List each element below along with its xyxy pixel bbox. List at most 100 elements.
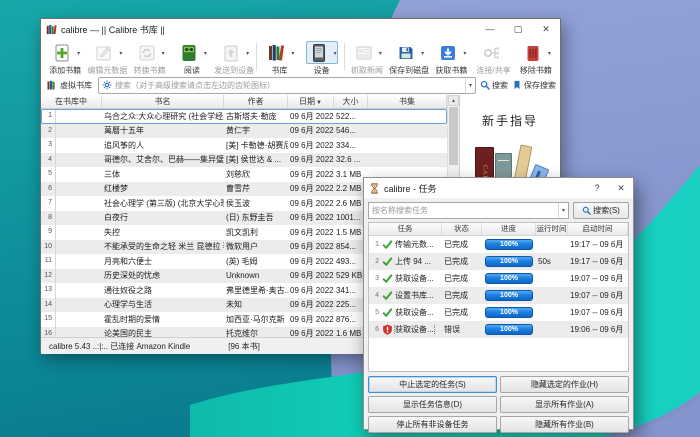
toolbar-convert-books[interactable]: ▾ 转换书籍 [129,41,171,76]
book-cell-num: 13 [41,283,56,298]
jobs-header-job[interactable]: 任务 [369,223,442,235]
book-row[interactable]: 1乌合之众:大众心理研究 (社会学经典名...古斯塔夫·勒庞09 6月 2022… [41,109,447,124]
chevron-down-icon[interactable]: ▾ [291,50,294,57]
book-cell-title: 红楼梦 [102,183,224,194]
header-date-label: 日期 [299,97,315,106]
toolbar-separator [256,43,257,71]
header-in-library[interactable]: 在书库中 [41,95,102,108]
book-cell-title: 霍乱时期的爱情 [102,314,224,325]
jobs-header-progress[interactable]: 进度 [482,223,536,235]
chevron-down-icon[interactable]: ▾ [463,50,466,57]
chevron-down-icon[interactable]: ▾ [334,50,337,57]
close-icon[interactable]: ✕ [609,178,633,198]
chevron-down-icon[interactable]: ▾ [421,50,424,57]
stop-non-device-jobs-button[interactable]: 停止所有非设备任务 [368,416,497,433]
jobs-table-header: 任务 状态 进度 运行时间 启动时间 [369,223,628,236]
book-cell-num: 4 [41,153,56,168]
close-icon[interactable]: ✕ [532,19,560,39]
show-job-details-button[interactable]: 显示任务信息(D) [368,396,497,413]
show-all-jobs-button[interactable]: 显示所有作业(A) [500,396,629,413]
job-cell-progress: 100% [482,256,536,267]
chevron-down-icon[interactable]: ▾ [204,50,207,57]
toolbar-label: 移除书籍 [520,65,552,76]
chevron-down-icon[interactable]: ▾ [246,50,249,57]
book-cell-title: 历史深处的忧虑 [102,270,224,281]
main-toolbar: ▾ 添加书籍 ▾ 编辑元数据 ▾ 转换书籍 ▾ 阅读 [41,39,560,75]
toolbar-label: 保存到磁盘 [389,65,429,76]
toolbar-add-books[interactable]: ▾ 添加书籍 [44,41,86,76]
toolbar-remove-books[interactable]: ▾ 移除书籍 [515,41,557,76]
toolbar-send-to-device[interactable]: ▾ 发送到设备 [213,41,255,76]
job-cell-name: 获取设备... [380,324,442,335]
toolbar-get-books[interactable]: ▾ 获取书籍 [430,41,472,76]
book-cell-date: 09 6月 2022 [288,154,334,165]
chevron-down-icon[interactable]: ▾ [77,50,80,57]
job-cell-runtime: 50s [536,257,568,266]
book-cell-title: 追风筝的人 [102,140,224,151]
header-author[interactable]: 作者 [224,95,288,108]
toolbar-connect-share[interactable]: 连接/共享 [473,41,515,76]
hide-selected-jobs-button[interactable]: 隐藏选定的作业(H) [500,376,629,393]
job-cell-name: 获取设备... [380,273,442,284]
book-cell-size: 32.6 ... [334,155,368,164]
jobs-dialog-title: calibre - 任务 [384,182,437,195]
toolbar-device[interactable]: ▾ 设备 [301,41,343,76]
job-row[interactable]: 5获取设备...已完成100%19:07 -- 09 6月 [369,304,628,321]
search-button[interactable]: 搜索 [480,80,508,91]
jobs-header-status[interactable]: 状态 [442,223,482,235]
chevron-down-icon[interactable]: ▾ [119,50,122,57]
jobs-title-bar[interactable]: calibre - 任务 ? ✕ [364,178,633,198]
toolbar-library[interactable]: ▾ 书库 [258,41,300,76]
chevron-down-icon[interactable]: ▾ [162,50,165,57]
jobs-search-input[interactable] [369,206,558,215]
search-input[interactable] [115,81,462,90]
job-cell-progress: 100% [482,239,536,250]
header-date[interactable]: 日期▼ [288,95,334,108]
job-cell-start: 19:07 -- 09 6月 [568,290,628,301]
help-icon[interactable]: ? [585,178,609,198]
book-cell-author: 加西亚·马尔克斯 [224,314,288,325]
toolbar-label: 获取书籍 [435,65,467,76]
jobs-header-start[interactable]: 启动时间 [568,223,628,235]
job-success-icon [382,307,393,318]
toolbar-label: 编辑元数据 [87,65,127,76]
hide-all-jobs-button[interactable]: 隐藏所有作业(B) [500,416,629,433]
toolbar-fetch-news[interactable]: ▾ 抓取新闻 [346,41,388,76]
book-cell-date: 09 6月 2022 [288,241,334,252]
book-row[interactable]: 2萬曆十五年黄仁宇09 6月 2022546... [41,124,447,139]
job-row[interactable]: 1传输元数...已完成100%19:17 -- 09 6月 [369,236,628,253]
main-title-bar[interactable]: calibre — || Calibre 书库 || — ▢ ✕ [41,19,560,39]
job-row[interactable]: 3获取设备...已完成100%19:07 -- 09 6月 [369,270,628,287]
jobs-header-runtime[interactable]: 运行时间 [536,223,568,235]
add-books-icon [52,43,72,63]
toolbar-read-book[interactable]: ▾ 阅读 [171,41,213,76]
virtual-library-button[interactable]: 虚拟书库 [45,79,94,92]
toolbar-save-to-disk[interactable]: ▾ 保存到磁盘 [388,41,430,76]
scrollbar-thumb[interactable] [449,107,458,165]
cover-title: 新手指导 [482,112,538,129]
header-title[interactable]: 书名 [102,95,224,108]
chevron-down-icon[interactable]: ▾ [379,50,382,57]
job-cell-start: 19:07 -- 09 6月 [568,273,628,284]
header-series[interactable]: 书集 [368,95,447,108]
chevron-down-icon[interactable]: ▾ [548,50,551,57]
edit-metadata-icon [94,43,114,63]
jobs-search-combo-arrow-icon[interactable]: ▾ [558,203,568,218]
toolbar-edit-metadata[interactable]: ▾ 编辑元数据 [86,41,128,76]
book-cell-num: 16 [41,327,56,338]
job-row[interactable]: 4设置书库...已完成100%19:07 -- 09 6月 [369,287,628,304]
maximize-icon[interactable]: ▢ [504,19,532,39]
book-row[interactable]: 3追风筝的人[美] 卡勒德·胡赛尼09 6月 2022334... [41,138,447,153]
jobs-search-button[interactable]: 搜索(S) [573,202,629,219]
minimize-icon[interactable]: — [476,19,504,39]
stop-selected-jobs-button[interactable]: 中止选定的任务(S) [368,376,497,393]
save-search-button[interactable]: 保存搜索 [512,80,556,91]
gear-icon[interactable] [102,80,112,90]
header-size[interactable]: 大小 [334,95,368,108]
job-row[interactable]: 6获取设备...错误100%19:06 -- 09 6月 [369,321,628,338]
search-combo-arrow-icon[interactable]: ▾ [465,78,475,93]
scroll-up-icon[interactable]: ▲ [448,95,459,106]
job-cell-status: 已完成 [442,239,482,250]
job-row[interactable]: 2上传 94 ...已完成100%50s19:17 -- 09 6月 [369,253,628,270]
book-row[interactable]: 4哥德尔、艾舍尔、巴赫——集异璧之大...[美] 侯世达 & ...09 6月 … [41,153,447,168]
